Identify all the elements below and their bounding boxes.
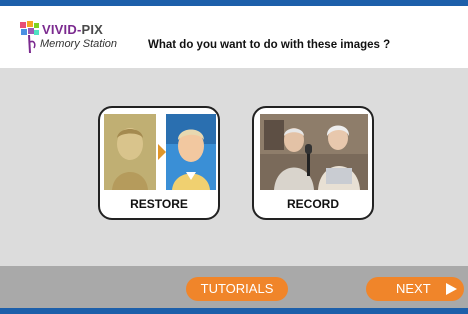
page-question: What do you want to do with these images…	[148, 39, 391, 51]
app-logo: VIVID-PIX Memory Station	[18, 20, 128, 58]
vivid-pix-logo-icon	[20, 21, 39, 54]
arrow-right-icon	[158, 144, 166, 160]
record-option-card[interactable]: RECORD	[252, 106, 374, 220]
logo-brand-primary: VIVID-	[42, 22, 82, 37]
header: VIVID-PIX Memory Station What do you wan…	[0, 6, 468, 68]
next-label: NEXT	[396, 281, 431, 296]
next-button[interactable]: NEXT	[366, 277, 464, 301]
record-label: RECORD	[286, 197, 339, 211]
tutorials-button[interactable]: TUTORIALS	[186, 277, 288, 301]
logo-subtitle: Memory Station	[40, 38, 118, 50]
app-window: VIVID-PIX Memory Station What do you wan…	[0, 0, 468, 314]
restore-option-card[interactable]: RESTORE	[98, 106, 220, 220]
restore-preview-image	[104, 114, 216, 190]
logo-brand-secondary: PIX	[81, 22, 104, 37]
logo-brand: VIVID-PIX	[42, 22, 103, 37]
sepia-photo-icon	[104, 114, 156, 190]
seniors-recording-photo-icon	[260, 114, 368, 190]
restore-label: RESTORE	[130, 197, 188, 211]
play-triangle-icon	[446, 283, 457, 295]
restored-photo-icon	[166, 114, 216, 190]
tutorials-label: TUTORIALS	[200, 281, 274, 296]
